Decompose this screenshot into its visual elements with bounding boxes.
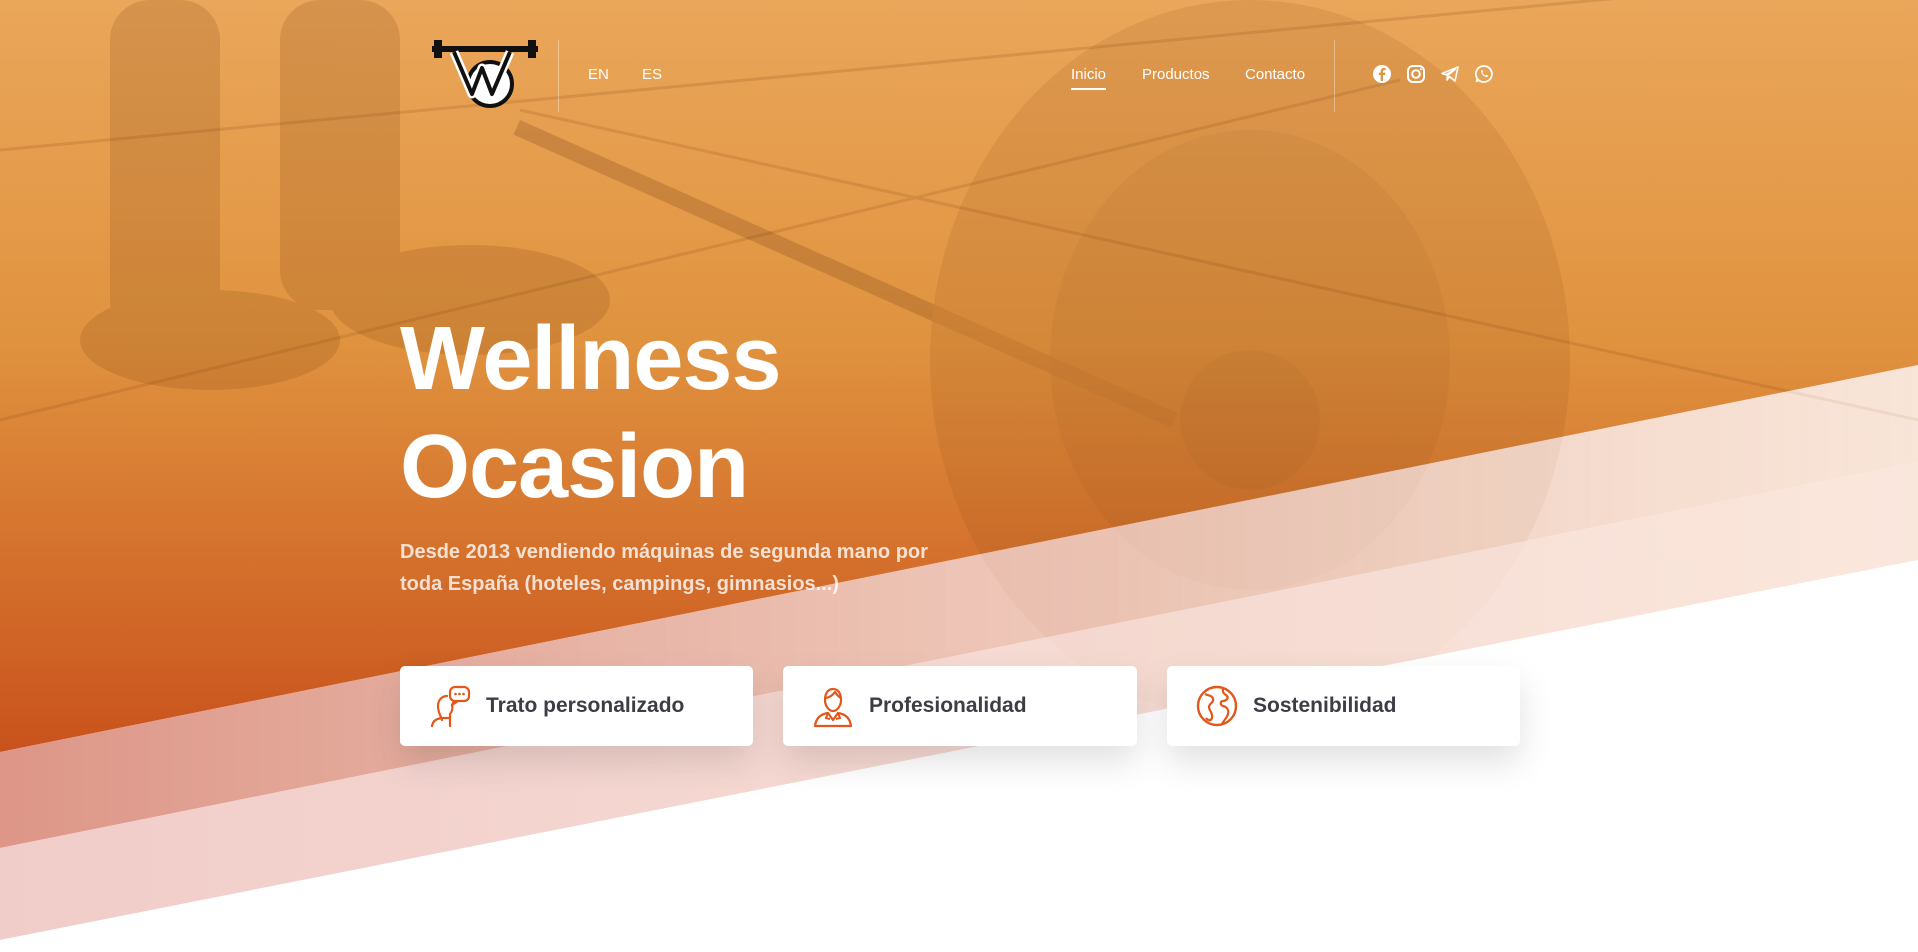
feature-label-profesionalidad: Profesionalidad <box>869 694 1027 717</box>
hero-title-line1: Wellness <box>400 309 782 409</box>
nav-inicio-label: Inicio <box>1071 66 1107 83</box>
hero-title-line2: Ocasion <box>400 417 749 517</box>
whatsapp-icon[interactable] <box>1474 64 1494 84</box>
feature-label-trato: Trato personalizado <box>486 694 685 717</box>
logo[interactable] <box>432 38 538 110</box>
feature-card-trato[interactable]: Trato personalizado <box>400 666 753 746</box>
feature-card-sostenibilidad[interactable]: Sostenibilidad <box>1167 666 1520 746</box>
telegram-icon[interactable] <box>1440 64 1460 84</box>
hero-subtitle: Desde 2013 vendiendo máquinas de segunda… <box>400 541 928 595</box>
header-divider-right <box>1334 40 1335 112</box>
facebook-icon[interactable] <box>1372 64 1392 84</box>
lang-en[interactable]: EN <box>588 66 609 83</box>
lang-es[interactable]: ES <box>642 66 662 83</box>
nav-inicio[interactable]: Inicio <box>1071 66 1107 90</box>
speech-person-icon <box>430 685 471 728</box>
header-divider-left <box>558 40 559 112</box>
site-header: EN ES Inicio Productos Contacto <box>0 0 1918 150</box>
nav-contacto[interactable]: Contacto <box>1245 66 1305 83</box>
hero-section: EN ES Inicio Productos Contacto Wellness… <box>0 0 1918 952</box>
nav-productos[interactable]: Productos <box>1142 66 1210 83</box>
instagram-icon[interactable] <box>1406 64 1426 84</box>
feature-card-profesionalidad[interactable]: Profesionalidad <box>783 666 1137 746</box>
feature-label-sostenibilidad: Sostenibilidad <box>1253 694 1397 717</box>
nav-active-underline <box>1071 88 1107 90</box>
hero-title: Wellness Ocasion <box>400 305 782 521</box>
professional-person-icon <box>813 687 853 728</box>
globe-icon <box>1196 685 1238 727</box>
